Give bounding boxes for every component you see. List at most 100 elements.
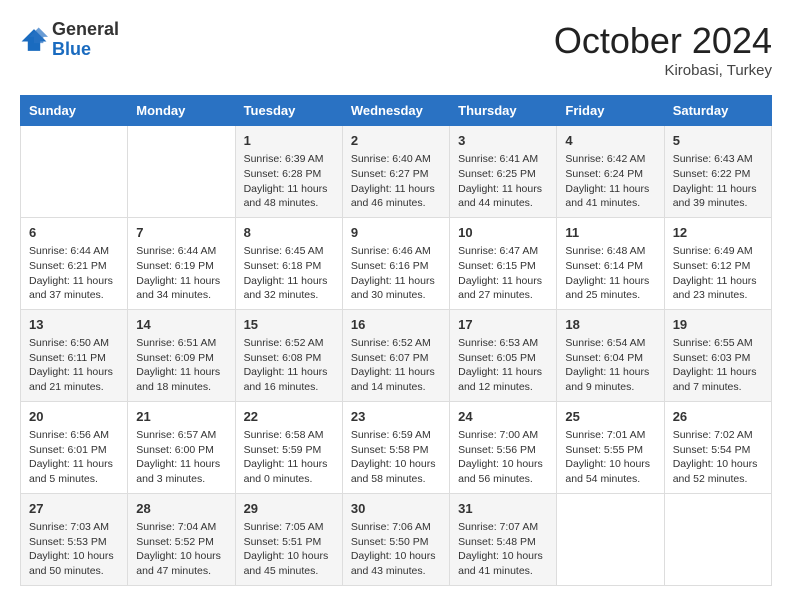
day-number: 11 bbox=[565, 224, 655, 242]
calendar-cell: 1 Sunrise: 6:39 AM Sunset: 6:28 PM Daylight… bbox=[235, 126, 342, 218]
daylight-label: Daylight: 11 hours and 18 minutes. bbox=[136, 366, 220, 393]
sunset-label: Sunset: 6:28 PM bbox=[244, 168, 322, 180]
sunset-label: Sunset: 6:14 PM bbox=[565, 260, 643, 272]
sunrise-label: Sunrise: 6:44 AM bbox=[136, 245, 216, 257]
sunrise-label: Sunrise: 6:44 AM bbox=[29, 245, 109, 257]
day-number: 1 bbox=[244, 132, 334, 150]
sunset-label: Sunset: 6:16 PM bbox=[351, 260, 429, 272]
day-number: 21 bbox=[136, 408, 226, 426]
sunrise-label: Sunrise: 6:40 AM bbox=[351, 153, 431, 165]
sunset-label: Sunset: 5:53 PM bbox=[29, 536, 107, 548]
cell-content: Sunrise: 6:54 AMSunset: 6:04 PMDaylight:… bbox=[565, 336, 655, 395]
calendar-cell: 30Sunrise: 7:06 AMSunset: 5:50 PMDayligh… bbox=[342, 493, 449, 585]
logo-general: General bbox=[52, 19, 119, 39]
sunset-label: Sunset: 5:52 PM bbox=[136, 536, 214, 548]
calendar-cell: 17Sunrise: 6:53 AMSunset: 6:05 PMDayligh… bbox=[450, 309, 557, 401]
day-number: 22 bbox=[244, 408, 334, 426]
day-number: 7 bbox=[136, 224, 226, 242]
sunset-label: Sunset: 6:27 PM bbox=[351, 168, 429, 180]
cell-content: Sunrise: 6:46 AMSunset: 6:16 PMDaylight:… bbox=[351, 244, 441, 303]
sunset-label: Sunset: 6:07 PM bbox=[351, 352, 429, 364]
daylight-label: Daylight: 11 hours and 34 minutes. bbox=[136, 275, 220, 302]
day-number: 30 bbox=[351, 500, 441, 518]
calendar-cell: 23 Sunrise: 6:59 AMSunset: 5:58 PMDayligh… bbox=[342, 401, 449, 493]
sunrise-label: Sunrise: 6:39 AM bbox=[244, 153, 324, 165]
sunrise-label: Sunrise: 6:49 AM bbox=[673, 245, 753, 257]
cell-content: Sunrise: 7:00 AMSunset: 5:56 PMDaylight:… bbox=[458, 428, 548, 487]
sunset-label: Sunset: 6:05 PM bbox=[458, 352, 536, 364]
sunset-label: Sunset: 6:04 PM bbox=[565, 352, 643, 364]
calendar-cell: 29 Sunrise: 7:05 AM Sunset: 5:51 PM Dayligh… bbox=[235, 493, 342, 585]
calendar-cell: 14Sunrise: 6:51 AMSunset: 6:09 PMDayligh… bbox=[128, 309, 235, 401]
calendar-cell: 19Sunrise: 6:55 AMSunset: 6:03 PMDayligh… bbox=[664, 309, 771, 401]
cell-content: Sunrise: 6:49 AMSunset: 6:12 PMDaylight:… bbox=[673, 244, 763, 303]
calendar-cell bbox=[21, 126, 128, 218]
calendar-cell: 20 Sunrise: 6:56 AMSunset: 6:01 PMDayligh… bbox=[21, 401, 128, 493]
day-number: 12 bbox=[673, 224, 763, 242]
day-number: 6 bbox=[29, 224, 119, 242]
calendar-cell: 3Sunrise: 6:41 AMSunset: 6:25 PMDaylight… bbox=[450, 126, 557, 218]
day-number: 2 bbox=[351, 132, 441, 150]
sunset-label: Sunset: 6:15 PM bbox=[458, 260, 536, 272]
calendar-cell: 2Sunrise: 6:40 AMSunset: 6:27 PMDaylight… bbox=[342, 126, 449, 218]
daylight-label: Daylight: 10 hours and 52 minutes. bbox=[673, 458, 758, 485]
sunset-label: Sunset: 6:18 PM bbox=[244, 260, 322, 272]
cell-content: Sunrise: 6:47 AMSunset: 6:15 PMDaylight:… bbox=[458, 244, 548, 303]
daylight-label: Daylight: 11 hours and 14 minutes. bbox=[351, 366, 435, 393]
calendar-cell: 4Sunrise: 6:42 AMSunset: 6:24 PMDaylight… bbox=[557, 126, 664, 218]
sunrise-label: Sunrise: 6:59 AM bbox=[351, 429, 431, 441]
cell-content: Sunrise: 6:59 AMSunset: 5:58 PMDaylight:… bbox=[351, 428, 441, 487]
daylight-label: Daylight: 11 hours and 41 minutes. bbox=[565, 183, 649, 210]
daylight-label: Daylight: 11 hours and 37 minutes. bbox=[29, 275, 113, 302]
cell-content: Sunrise: 7:04 AMSunset: 5:52 PMDaylight:… bbox=[136, 520, 226, 579]
day-number: 4 bbox=[565, 132, 655, 150]
sunrise-label: Sunrise: 7:03 AM bbox=[29, 521, 109, 533]
sunrise-label: Sunrise: 6:57 AM bbox=[136, 429, 216, 441]
sunrise-label: Sunrise: 7:05 AM bbox=[244, 521, 324, 533]
day-number: 15 bbox=[244, 316, 334, 334]
cell-content: Sunrise: 6:44 AMSunset: 6:19 PMDaylight:… bbox=[136, 244, 226, 303]
cell-content: Sunrise: 7:01 AMSunset: 5:55 PMDaylight:… bbox=[565, 428, 655, 487]
daylight-label: Daylight: 11 hours and 23 minutes. bbox=[673, 275, 757, 302]
cell-content: Sunrise: 7:07 AMSunset: 5:48 PMDaylight:… bbox=[458, 520, 548, 579]
daylight-label: Daylight: 11 hours and 7 minutes. bbox=[673, 366, 757, 393]
day-number: 13 bbox=[29, 316, 119, 334]
cell-content: Sunrise: 6:45 AMSunset: 6:18 PMDaylight:… bbox=[244, 244, 334, 303]
sunset-label: Sunset: 5:50 PM bbox=[351, 536, 429, 548]
sunrise-label: Sunrise: 6:56 AM bbox=[29, 429, 109, 441]
sunset-label: Sunset: 5:51 PM bbox=[244, 536, 322, 548]
calendar-week-2: 6 Sunrise: 6:44 AMSunset: 6:21 PMDaylight… bbox=[21, 217, 772, 309]
daylight-label: Daylight: 11 hours and 21 minutes. bbox=[29, 366, 113, 393]
daylight-label: Daylight: 10 hours and 45 minutes. bbox=[244, 550, 329, 577]
daylight-label: Daylight: 10 hours and 47 minutes. bbox=[136, 550, 221, 577]
daylight-label: Daylight: 11 hours and 44 minutes. bbox=[458, 183, 542, 210]
day-number: 8 bbox=[244, 224, 334, 242]
cell-content: Sunrise: 6:44 AMSunset: 6:21 PMDaylight:… bbox=[29, 244, 119, 303]
day-number: 29 bbox=[244, 500, 334, 518]
logo-icon bbox=[20, 26, 48, 54]
calendar-cell: 6 Sunrise: 6:44 AMSunset: 6:21 PMDaylight… bbox=[21, 217, 128, 309]
sunset-label: Sunset: 6:09 PM bbox=[136, 352, 214, 364]
daylight-label: Daylight: 11 hours and 32 minutes. bbox=[244, 275, 328, 302]
day-number: 23 bbox=[351, 408, 441, 426]
calendar-cell bbox=[557, 493, 664, 585]
cell-content: Sunrise: 6:48 AMSunset: 6:14 PMDaylight:… bbox=[565, 244, 655, 303]
logo: General Blue bbox=[20, 20, 119, 60]
header-wednesday: Wednesday bbox=[342, 96, 449, 126]
calendar-cell: 10Sunrise: 6:47 AMSunset: 6:15 PMDayligh… bbox=[450, 217, 557, 309]
cell-content: Sunrise: 6:41 AMSunset: 6:25 PMDaylight:… bbox=[458, 152, 548, 211]
sunrise-label: Sunrise: 6:55 AM bbox=[673, 337, 753, 349]
header-sunday: Sunday bbox=[21, 96, 128, 126]
sunrise-label: Sunrise: 6:51 AM bbox=[136, 337, 216, 349]
calendar-cell: 21Sunrise: 6:57 AMSunset: 6:00 PMDayligh… bbox=[128, 401, 235, 493]
day-number: 20 bbox=[29, 408, 119, 426]
calendar-cell: 31Sunrise: 7:07 AMSunset: 5:48 PMDayligh… bbox=[450, 493, 557, 585]
cell-content: Sunrise: 6:56 AMSunset: 6:01 PMDaylight:… bbox=[29, 428, 119, 487]
daylight-label: Daylight: 11 hours and 3 minutes. bbox=[136, 458, 220, 485]
daylight-label: Daylight: 11 hours and 48 minutes. bbox=[244, 183, 328, 210]
sunrise-label: Sunrise: 7:00 AM bbox=[458, 429, 538, 441]
sunset-label: Sunset: 5:56 PM bbox=[458, 444, 536, 456]
cell-content: Sunrise: 6:40 AMSunset: 6:27 PMDaylight:… bbox=[351, 152, 441, 211]
daylight-label: Daylight: 11 hours and 39 minutes. bbox=[673, 183, 757, 210]
sunrise-label: Sunrise: 6:47 AM bbox=[458, 245, 538, 257]
